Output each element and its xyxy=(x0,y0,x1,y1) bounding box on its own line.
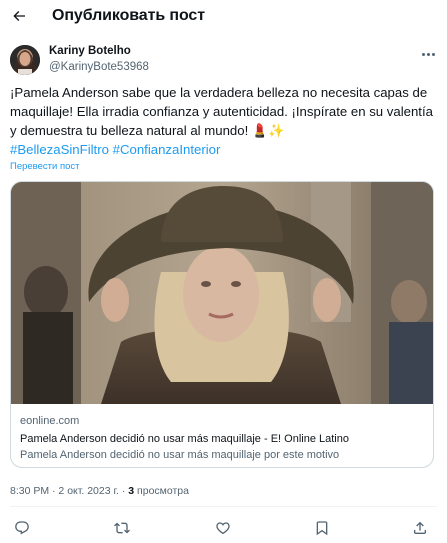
like-icon xyxy=(216,522,230,535)
translate-post-link[interactable]: Перевести пост xyxy=(10,161,79,172)
author-name[interactable]: Kariny Botelho xyxy=(49,45,131,57)
card-title: Pamela Anderson decidió no usar más maqu… xyxy=(20,433,349,445)
bookmark-button[interactable] xyxy=(312,518,332,538)
tweet-meta: 8:30 PM · 2 окт. 2023 г. · 3 просмотра xyxy=(10,485,189,497)
avatar[interactable] xyxy=(10,45,40,75)
arrow-left-icon xyxy=(13,11,25,21)
more-dot-icon xyxy=(431,52,435,56)
share-button[interactable] xyxy=(410,518,430,538)
more-dot-icon xyxy=(421,52,425,56)
views-label: просмотра xyxy=(134,485,189,497)
page-header: Опубликовать пост xyxy=(0,0,447,34)
more-dot-icon xyxy=(426,52,430,56)
page-title: Опубликовать пост xyxy=(52,7,205,24)
reply-icon xyxy=(15,521,29,535)
card-description: Pamela Anderson decidió no usar más maqu… xyxy=(20,449,340,461)
timestamp[interactable]: 8:30 PM · 2 окт. 2023 г. · xyxy=(10,485,128,497)
hashtag-link[interactable]: #BellezaSinFiltro xyxy=(10,142,109,157)
card-image xyxy=(11,182,433,404)
retweet-button[interactable] xyxy=(112,518,132,538)
tweet-text: ¡Pamela Anderson sabe que la verdadera b… xyxy=(10,83,440,159)
tweet-body: ¡Pamela Anderson sabe que la verdadera b… xyxy=(10,85,433,138)
like-button[interactable] xyxy=(213,518,233,538)
hashtag-link[interactable]: #ConfianzaInterior xyxy=(113,142,221,157)
card-domain: eonline.com xyxy=(20,415,80,427)
bookmark-icon xyxy=(316,521,328,536)
retweet-icon xyxy=(114,522,130,534)
divider xyxy=(10,506,437,507)
back-button[interactable] xyxy=(8,5,30,27)
link-preview-card[interactable]: eonline.com Pamela Anderson decidió no u… xyxy=(10,181,434,468)
author-handle[interactable]: @KarinyBote53968 xyxy=(49,61,149,73)
more-options-button[interactable] xyxy=(418,48,438,60)
reply-button[interactable] xyxy=(12,518,32,538)
share-icon xyxy=(414,521,426,534)
